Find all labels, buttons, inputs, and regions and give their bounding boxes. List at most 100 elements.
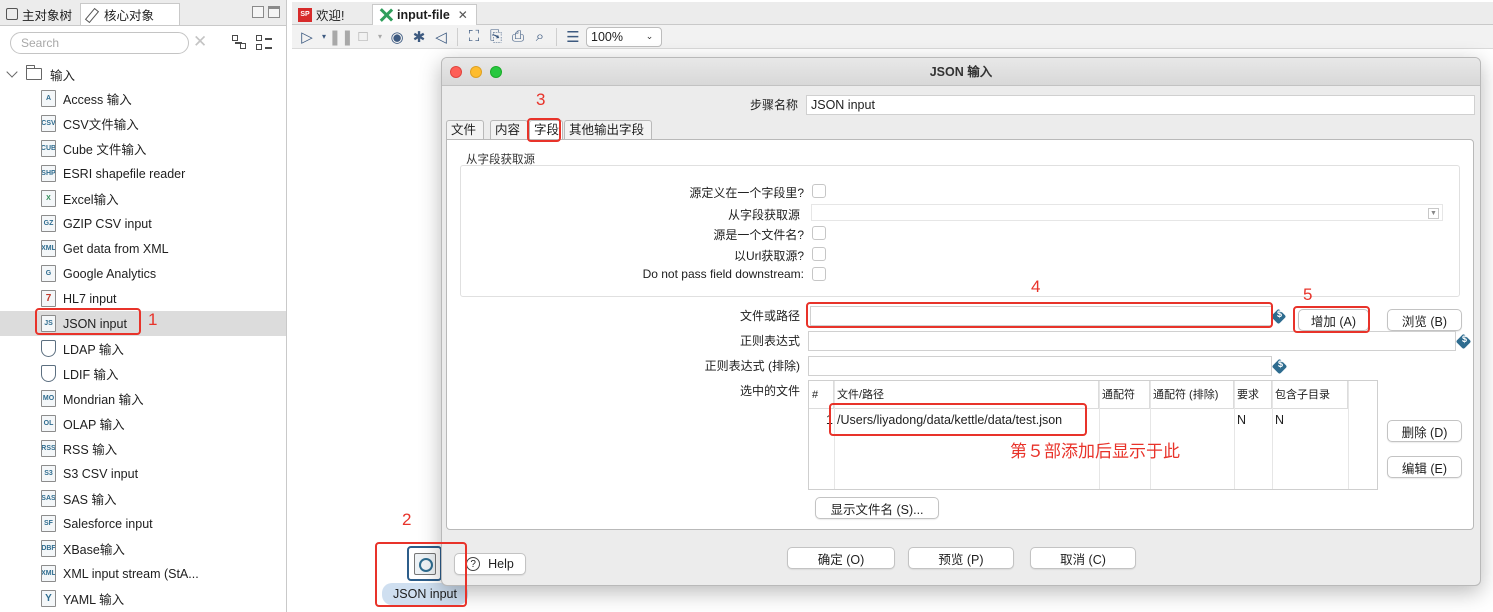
table-cell-wildcard-exclude[interactable] bbox=[1150, 410, 1234, 430]
chevron-down-icon[interactable]: ▾ bbox=[320, 28, 328, 46]
table-cell-wildcard[interactable] bbox=[1099, 410, 1150, 430]
map-pin-icon: SHP bbox=[41, 165, 56, 182]
source-field-label: 从字段获取源 bbox=[727, 208, 800, 222]
close-tab-icon[interactable]: ✕ bbox=[458, 8, 468, 22]
xml-stream-icon: XML bbox=[41, 565, 56, 582]
tree-item-get-xml[interactable]: XML Get data from XML bbox=[0, 236, 286, 261]
transformation-toolbar: ▷ ▾ ❚❚ □ ▾ ◉ ✱ ◁ ⛶ ⎘ ⎙ ⌕ ☰ 100% ⌄ bbox=[292, 25, 1493, 49]
tab-welcome[interactable]: SP 欢迎! bbox=[292, 4, 350, 25]
dialog-title-bar: JSON 输入 bbox=[442, 58, 1480, 86]
window-controls bbox=[450, 66, 502, 78]
column-header-wildcard[interactable]: 通配符 bbox=[1099, 381, 1150, 409]
delete-button[interactable]: 删除 (D) bbox=[1387, 420, 1462, 442]
tree-item-xml-stream[interactable]: XML XML input stream (StA... bbox=[0, 561, 286, 586]
sql-icon[interactable]: ⎙ bbox=[509, 28, 527, 46]
close-window-icon[interactable] bbox=[450, 66, 462, 78]
browse-button[interactable]: 浏览 (B) bbox=[1387, 309, 1462, 331]
zoom-window-icon[interactable] bbox=[490, 66, 502, 78]
cancel-button[interactable]: 取消 (C) bbox=[1030, 547, 1136, 569]
ok-button[interactable]: 确定 (O) bbox=[787, 547, 895, 569]
zoom-select[interactable]: 100% ⌄ bbox=[586, 26, 662, 47]
tab-file[interactable]: 文件 bbox=[446, 120, 484, 140]
tree-item-salesforce-input[interactable]: SF Salesforce input bbox=[0, 511, 286, 536]
annotation-label-3: 3 bbox=[536, 90, 546, 109]
help-icon: ? bbox=[466, 557, 481, 571]
impact-icon[interactable]: ⎘ bbox=[487, 28, 505, 46]
do-not-pass-checkbox[interactable] bbox=[812, 267, 826, 281]
table-cell-required[interactable]: N bbox=[1234, 410, 1272, 430]
search-input[interactable]: Search bbox=[10, 32, 189, 54]
chevron-down-icon[interactable] bbox=[6, 66, 18, 78]
tree-item-s3-csv[interactable]: S3 S3 CSV input bbox=[0, 461, 286, 486]
align-grid-icon[interactable]: ☰ bbox=[564, 28, 582, 46]
preview-button[interactable]: 预览 (P) bbox=[908, 547, 1014, 569]
table-cell-include-subdirs[interactable]: N bbox=[1272, 410, 1348, 430]
verify-icon[interactable]: ⛶ bbox=[465, 28, 483, 46]
source-from-field-group bbox=[460, 165, 1460, 297]
chevron-down-icon[interactable]: ⌄ bbox=[642, 29, 657, 44]
tree-item-rss-input[interactable]: RSS RSS 输入 bbox=[0, 436, 286, 461]
collapse-all-icon[interactable] bbox=[256, 35, 272, 51]
tree-item-xbase-input[interactable]: DBF XBase输入 bbox=[0, 536, 286, 561]
source-in-field-label: 源定义在一个字段里? bbox=[689, 186, 804, 200]
column-divider bbox=[1150, 381, 1151, 489]
tree-item-mondrian-input[interactable]: MO Mondrian 输入 bbox=[0, 386, 286, 411]
clear-search-icon[interactable]: ✕ bbox=[193, 33, 209, 50]
tab-main-tree[interactable]: 主对象树 bbox=[0, 3, 78, 25]
csv-file-icon: CSV bbox=[41, 115, 56, 132]
tree-item-cube-input[interactable]: CUB Cube 文件输入 bbox=[0, 136, 286, 161]
chevron-down-icon[interactable]: ▼ bbox=[1428, 208, 1439, 219]
expand-all-icon[interactable] bbox=[232, 35, 248, 51]
source-is-file-checkbox[interactable] bbox=[812, 226, 826, 240]
annotation-label-5: 5 bbox=[1303, 285, 1313, 304]
maximize-icon[interactable] bbox=[268, 6, 280, 18]
step-name-input[interactable]: JSON input bbox=[806, 95, 1475, 115]
stop-icon[interactable]: □ bbox=[354, 28, 372, 46]
tree-item-esri-shapefile[interactable]: SHP ESRI shapefile reader bbox=[0, 161, 286, 186]
source-field-select[interactable]: ▼ bbox=[811, 204, 1443, 221]
tab-additional-output-fields[interactable]: 其他输出字段 bbox=[564, 120, 652, 140]
pencil-icon bbox=[87, 8, 100, 21]
tab-content[interactable]: 内容 bbox=[490, 120, 528, 140]
preview-eye-icon[interactable]: ◉ bbox=[388, 28, 406, 46]
tree-search-icon bbox=[6, 8, 18, 20]
replay-icon[interactable]: ◁ bbox=[432, 28, 450, 46]
file-path-label: 文件或路径 bbox=[739, 309, 800, 323]
minimize-window-icon[interactable] bbox=[470, 66, 482, 78]
run-icon[interactable]: ▷ bbox=[298, 28, 316, 46]
tree-item-google-analytics[interactable]: G Google Analytics bbox=[0, 261, 286, 286]
google-analytics-icon: G bbox=[41, 265, 56, 282]
column-header-required[interactable]: 要求 bbox=[1234, 381, 1272, 409]
chevron-down-icon[interactable]: ▾ bbox=[376, 28, 384, 46]
tab-core-objects[interactable]: 核心对象 bbox=[80, 3, 180, 25]
tree-item-olap-input[interactable]: OL OLAP 输入 bbox=[0, 411, 286, 436]
tree-item-gzip-csv[interactable]: GZ GZIP CSV input bbox=[0, 211, 286, 236]
tree-item-csv-input[interactable]: CSV CSV文件输入 bbox=[0, 111, 286, 136]
tree-folder-input[interactable]: 输入 bbox=[0, 62, 286, 86]
minimize-icon[interactable] bbox=[252, 6, 264, 18]
tree-item-access-input[interactable]: A Access 输入 bbox=[0, 86, 286, 111]
debug-bug-icon[interactable]: ✱ bbox=[410, 28, 428, 46]
tab-input-file[interactable]: input-file ✕ bbox=[372, 4, 477, 25]
tree-item-ldap-input[interactable]: LDAP 输入 bbox=[0, 336, 286, 361]
column-divider bbox=[1348, 381, 1349, 489]
edit-button[interactable]: 编辑 (E) bbox=[1387, 456, 1462, 478]
tree-item-excel-input[interactable]: X Excel输入 bbox=[0, 186, 286, 211]
toolbar-divider bbox=[457, 27, 458, 46]
pause-icon[interactable]: ❚❚ bbox=[328, 28, 353, 46]
tree-item-ldif-input[interactable]: LDIF 输入 bbox=[0, 361, 286, 386]
show-filenames-button[interactable]: 显示文件名 (S)... bbox=[815, 497, 939, 519]
excel-icon: X bbox=[41, 190, 56, 207]
annotation-label-1: 1 bbox=[148, 310, 158, 329]
tree-item-yaml-input[interactable]: Y YAML 输入 bbox=[0, 586, 286, 611]
source-url-checkbox[interactable] bbox=[812, 247, 826, 261]
regex-input[interactable] bbox=[808, 331, 1456, 351]
source-is-file-label: 源是一个文件名? bbox=[713, 228, 804, 242]
column-header-include-subdirs[interactable]: 包含子目录 bbox=[1272, 381, 1348, 409]
folder-icon bbox=[26, 65, 42, 80]
explore-db-icon[interactable]: ⌕ bbox=[531, 28, 549, 46]
regex-exclude-input[interactable] bbox=[808, 356, 1272, 376]
source-in-field-checkbox[interactable] bbox=[812, 184, 826, 198]
column-header-wildcard-exclude[interactable]: 通配符 (排除) bbox=[1150, 381, 1234, 409]
tree-item-sas-input[interactable]: SAS SAS 输入 bbox=[0, 486, 286, 511]
